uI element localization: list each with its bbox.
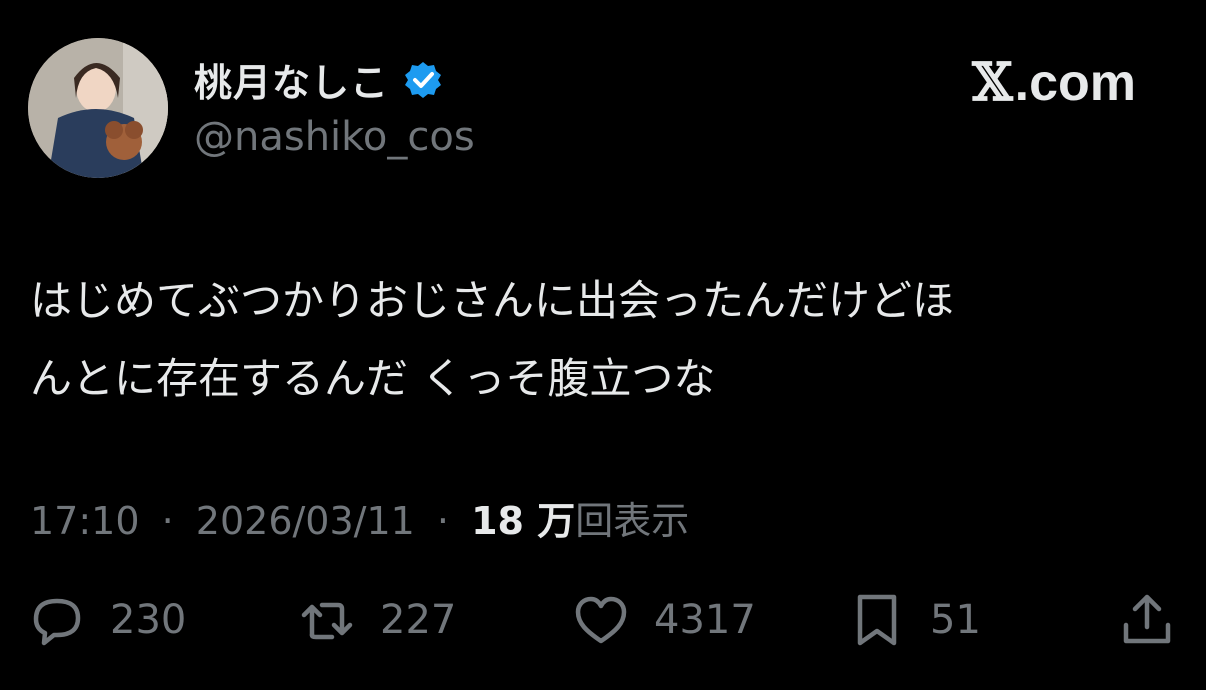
brand-domain: .com: [1014, 54, 1136, 112]
tweet-text-line: んとに存在するんだ くっそ腹立つな: [30, 354, 716, 403]
x-logo: 𝕏 .com: [972, 52, 1136, 113]
tweet-time[interactable]: 17:10: [30, 499, 140, 543]
retweet-icon: [301, 602, 353, 640]
like-button[interactable]: 4317: [572, 590, 756, 650]
tweet-text: はじめてぶつかりおじさんに出会ったんだけどほ んとに存在するんだ くっそ腹立つな: [30, 262, 1180, 418]
tweet-text-line: はじめてぶつかりおじさんに出会ったんだけどほ: [30, 276, 955, 325]
user-handle[interactable]: @nashiko_cos: [194, 114, 475, 160]
views-count: 18 万: [471, 499, 576, 543]
display-name[interactable]: 桃月なしこ: [194, 52, 389, 107]
bookmark-icon: [857, 594, 897, 646]
reply-button[interactable]: 230: [28, 590, 186, 650]
action-bar: 230 227 4317 51: [0, 590, 1206, 650]
tweet-meta: 17:10 · 2026/03/11 · 18 万回表示: [30, 490, 689, 545]
bookmark-count: 51: [930, 597, 981, 643]
views-label: 回表示: [575, 499, 690, 543]
verified-badge-icon[interactable]: [403, 60, 443, 100]
share-icon: [1123, 594, 1171, 644]
meta-separator: ·: [436, 499, 450, 543]
tweet-date[interactable]: 2026/03/11: [196, 499, 415, 543]
retweet-count: 227: [380, 597, 457, 643]
reply-icon: [33, 598, 81, 646]
author-name-row: 桃月なしこ: [194, 52, 443, 107]
avatar-photo: [28, 38, 168, 178]
meta-separator: ·: [161, 499, 174, 543]
share-button[interactable]: [1118, 590, 1176, 650]
avatar[interactable]: [28, 38, 168, 178]
retweet-button[interactable]: 227: [298, 590, 456, 650]
heart-icon: [575, 596, 627, 644]
like-count: 4317: [654, 597, 756, 643]
x-logo-icon: 𝕏: [972, 52, 1013, 113]
bookmark-button[interactable]: 51: [848, 590, 981, 650]
reply-count: 230: [110, 597, 187, 643]
